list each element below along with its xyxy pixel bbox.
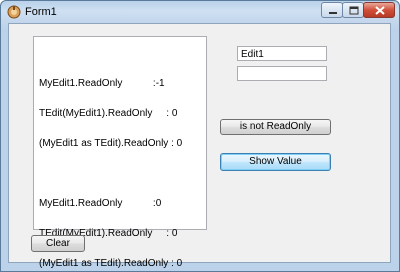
memo-line: (MyEdit1 as TEdit).ReadOnly : 0 bbox=[39, 258, 183, 269]
show-value-button[interactable]: Show Value bbox=[220, 153, 331, 171]
output-memo[interactable]: MyEdit1.ReadOnly :-1 TEdit(MyEdit1).Read… bbox=[33, 36, 207, 269]
form-client-area: MyEdit1.ReadOnly :-1 TEdit(MyEdit1).Read… bbox=[8, 23, 391, 269]
edit2-field[interactable] bbox=[237, 66, 327, 81]
window-title: Form1 bbox=[25, 6, 57, 18]
maximize-icon bbox=[349, 6, 359, 15]
memo-line: (MyEdit1 as TEdit).ReadOnly : 0 bbox=[39, 138, 183, 149]
close-button[interactable] bbox=[363, 2, 395, 18]
minimize-icon bbox=[329, 12, 337, 14]
app-icon[interactable] bbox=[7, 5, 21, 19]
memo-line bbox=[39, 169, 206, 179]
app-window: Form1 MyEdit1.ReadOnly :-1 TEdit(MyEdit1… bbox=[0, 0, 400, 272]
clear-button[interactable]: Clear bbox=[31, 235, 85, 252]
title-bar[interactable]: Form1 bbox=[1, 1, 399, 23]
maximize-button[interactable] bbox=[342, 2, 364, 18]
edit1-field[interactable]: Edit1 bbox=[237, 46, 327, 61]
close-icon bbox=[375, 6, 385, 15]
readonly-toggle-button[interactable]: is not ReadOnly bbox=[220, 119, 331, 135]
memo-line: MyEdit1.ReadOnly :-1 bbox=[39, 78, 165, 89]
memo-line: MyEdit1.ReadOnly :0 bbox=[39, 198, 162, 209]
minimize-button[interactable] bbox=[321, 2, 343, 18]
memo-line: TEdit(MyEdit1).ReadOnly : 0 bbox=[39, 108, 178, 119]
